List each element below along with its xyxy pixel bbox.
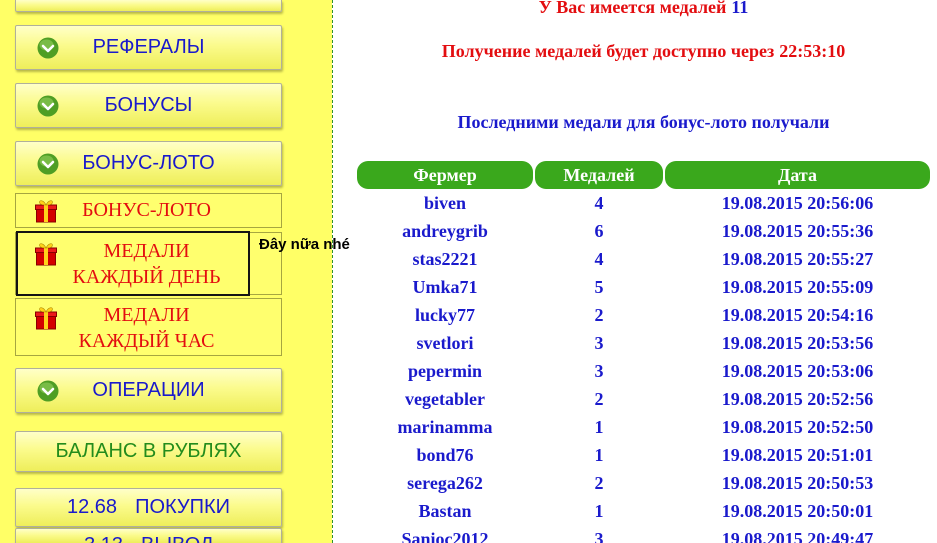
farmer-name: Umka71 <box>412 277 478 297</box>
chevron-down-icon <box>37 37 59 59</box>
table-row: biven 4 19.08.2015 20:56:06 <box>357 189 930 217</box>
withdrawal-label: ВЫВОД <box>141 529 261 543</box>
award-date: 19.08.2015 20:56:06 <box>721 193 874 213</box>
award-date: 19.08.2015 20:54:16 <box>721 305 874 325</box>
medal-count: 3 <box>594 333 604 353</box>
medal-count: 2 <box>594 473 604 493</box>
medals-count-line: У Вас имеется медалей 11 <box>357 0 930 17</box>
medals-count-label: У Вас имеется медалей <box>538 0 727 17</box>
sidebar-divider <box>332 0 333 543</box>
table-row: pepermin 3 19.08.2015 20:53:06 <box>357 357 930 385</box>
medal-count: 2 <box>594 389 604 409</box>
award-date: 19.08.2015 20:50:53 <box>721 473 874 493</box>
medal-count: 1 <box>594 417 604 437</box>
table-row: Umka71 5 19.08.2015 20:55:09 <box>357 273 930 301</box>
table-row: stas2221 4 19.08.2015 20:55:27 <box>357 245 930 273</box>
farmer-name: Sanioc2012 <box>401 529 489 543</box>
farmer-name: serega262 <box>407 473 483 493</box>
award-date: 19.08.2015 20:52:56 <box>721 389 874 409</box>
award-date: 19.08.2015 20:49:47 <box>721 529 874 543</box>
medals-count-value: 11 <box>731 0 749 17</box>
award-date: 19.08.2015 20:51:01 <box>721 445 874 465</box>
table-row: serega262 2 19.08.2015 20:50:53 <box>357 469 930 497</box>
balance-rub-button[interactable]: БАЛАНС В РУБЛЯХ <box>15 431 282 472</box>
table-row: lucky77 2 19.08.2015 20:54:16 <box>357 301 930 329</box>
medal-count: 4 <box>594 193 604 213</box>
table-row: svetlori 3 19.08.2015 20:53:56 <box>357 329 930 357</box>
next-medal-timer: 22:53:10 <box>779 41 846 61</box>
submenu-item-label: КАЖДЫЙ ЧАС <box>78 330 215 352</box>
recent-winners-title: Последними медали для бонус-лото получал… <box>457 112 830 132</box>
sidebar-item-bonuses[interactable]: БОНУСЫ <box>15 83 282 128</box>
column-header-farmer: Фермер <box>357 161 533 189</box>
table-row: andreygrib 6 19.08.2015 20:55:36 <box>357 217 930 245</box>
column-header-medals: Медалей <box>535 161 663 189</box>
award-date: 19.08.2015 20:50:01 <box>721 501 874 521</box>
sidebar-item-label: БОНУСЫ <box>104 94 193 116</box>
next-medal-line: Получение медалей будет доступно через 22… <box>357 40 930 62</box>
award-date: 19.08.2015 20:55:36 <box>721 221 874 241</box>
table-row: vegetabler 2 19.08.2015 20:52:56 <box>357 385 930 413</box>
sidebar-item-partial[interactable] <box>15 0 282 12</box>
purchases-label: ПОКУПКИ <box>135 496 230 518</box>
sidebar-item-operations[interactable]: ОПЕРАЦИИ <box>15 368 282 413</box>
table-row: marinamma 1 19.08.2015 20:52:50 <box>357 413 930 441</box>
annotation-note: Đây nữa nhé <box>259 236 350 253</box>
purchases-amount: 12.68 <box>67 496 118 518</box>
highlight-box <box>16 231 250 296</box>
medal-count: 1 <box>594 501 604 521</box>
farmer-name: bond76 <box>416 445 474 465</box>
award-date: 19.08.2015 20:52:50 <box>721 417 874 437</box>
farmer-name: andreygrib <box>402 221 488 241</box>
column-header-date: Дата <box>665 161 930 189</box>
medal-count: 3 <box>594 361 604 381</box>
chevron-down-icon <box>37 95 59 117</box>
withdrawal-button[interactable]: 3.13 ВЫВОД <box>15 528 282 543</box>
table-row: bond76 1 19.08.2015 20:51:01 <box>357 441 930 469</box>
chevron-down-icon <box>37 153 59 175</box>
award-date: 19.08.2015 20:55:27 <box>721 249 874 269</box>
sidebar-item-label: БОНУС-ЛОТО <box>82 152 215 174</box>
medal-count: 5 <box>594 277 604 297</box>
chevron-down-icon <box>37 380 59 402</box>
farmer-name: lucky77 <box>414 305 475 325</box>
award-date: 19.08.2015 20:53:56 <box>721 333 874 353</box>
farmer-name: Bastan <box>418 501 472 521</box>
farmer-name: marinamma <box>397 417 493 437</box>
award-date: 19.08.2015 20:53:06 <box>721 361 874 381</box>
submenu-item-medals-hourly[interactable]: МЕДАЛИ КАЖДЫЙ ЧАС <box>15 298 282 356</box>
table-row: Sanioc2012 3 19.08.2015 20:49:47 <box>357 525 930 543</box>
sidebar-item-label: РЕФЕРАЛЫ <box>92 36 205 58</box>
medal-count: 6 <box>594 221 604 241</box>
table-row: Bastan 1 19.08.2015 20:50:01 <box>357 497 930 525</box>
gift-icon <box>35 306 57 330</box>
farmer-name: pepermin <box>408 361 482 381</box>
gift-icon <box>35 199 57 223</box>
farmer-name: stas2221 <box>412 249 478 269</box>
medal-count: 3 <box>594 529 604 543</box>
next-medal-label: Получение медалей будет доступно через <box>441 41 775 61</box>
purchases-button[interactable]: 12.68 ПОКУПКИ <box>15 488 282 527</box>
medal-count: 4 <box>594 249 604 269</box>
balance-label: БАЛАНС В РУБЛЯХ <box>55 440 242 462</box>
withdrawal-amount: 3.13 <box>16 529 123 543</box>
farmer-name: svetlori <box>416 333 474 353</box>
sidebar-item-referals[interactable]: РЕФЕРАЛЫ <box>15 25 282 70</box>
farmer-name: biven <box>423 193 466 213</box>
sidebar-item-bonus-loto[interactable]: БОНУС-ЛОТО <box>15 141 282 186</box>
farmer-name: vegetabler <box>405 389 485 409</box>
medal-count: 1 <box>594 445 604 465</box>
submenu-item-bonus-loto[interactable]: БОНУС-ЛОТО <box>15 193 282 228</box>
award-date: 19.08.2015 20:55:09 <box>721 277 874 297</box>
medal-count: 2 <box>594 305 604 325</box>
sidebar-item-label: ОПЕРАЦИИ <box>92 379 205 401</box>
